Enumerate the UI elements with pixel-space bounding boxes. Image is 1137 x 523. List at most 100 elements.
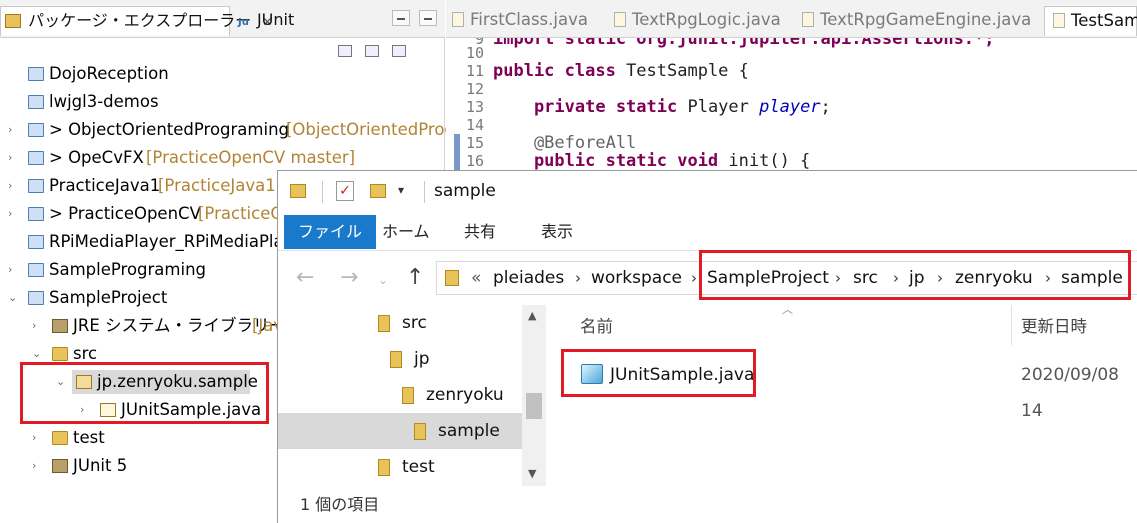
nav-item-test[interactable]: test xyxy=(278,449,522,485)
package-icon xyxy=(76,375,92,389)
breadcrumb-overflow[interactable]: « xyxy=(471,262,481,294)
toolbar-separator xyxy=(322,181,323,203)
file-row-junitsample[interactable]: JUnitSample.java 2020/09/08 14 xyxy=(546,357,1137,421)
breadcrumb-chevron-icon[interactable]: › xyxy=(893,262,899,294)
breadcrumb-sample[interactable]: sample xyxy=(1061,262,1123,294)
expand-arrow-icon[interactable]: › xyxy=(8,116,20,144)
editor-tab-textrpggameengine[interactable]: TextRpgGameEngine.java xyxy=(802,6,1031,36)
column-date-modified[interactable]: 更新日時 xyxy=(1021,313,1087,337)
editor-tab-testsample[interactable]: TestSamp xyxy=(1044,6,1137,36)
editor-tab-textrpglogic[interactable]: TextRpgLogic.java xyxy=(614,6,781,36)
code-line: 12 xyxy=(446,80,1137,98)
project-icon xyxy=(28,123,44,137)
code-line: 10 xyxy=(446,44,1137,62)
nav-item-label: sample xyxy=(438,421,500,441)
editor-tab-label: TestSamp xyxy=(1071,11,1137,30)
nav-item-src[interactable]: src xyxy=(278,305,522,341)
nav-item-jp[interactable]: jp xyxy=(278,341,522,377)
forward-arrow-icon[interactable]: → xyxy=(340,265,358,290)
source-folder-icon xyxy=(52,347,68,361)
tree-item-dojoreception[interactable]: DojoReception xyxy=(0,60,445,88)
project-icon xyxy=(28,291,44,305)
ribbon-tab-share[interactable]: 共有 xyxy=(450,215,510,249)
code-text: public static void init() { xyxy=(493,152,810,170)
package-explorer-toolbar xyxy=(338,42,414,61)
expand-arrow-icon[interactable]: › xyxy=(32,312,44,340)
breadcrumb-chevron-icon[interactable]: › xyxy=(1045,262,1051,294)
ribbon-tab-view[interactable]: 表示 xyxy=(527,215,587,249)
tab-junit[interactable]: Ju JUnit xyxy=(234,6,314,36)
item-count: 1 個の項目 xyxy=(300,495,380,514)
file-list: ︿ 名前 更新日時 JUnitSample.java 2020/09/08 14 xyxy=(546,303,1137,486)
expand-arrow-icon[interactable]: › xyxy=(8,200,20,228)
folder-icon xyxy=(378,459,390,476)
recent-dropdown-icon[interactable]: ⌄ xyxy=(378,273,388,287)
collapse-all-icon[interactable] xyxy=(338,45,352,57)
address-bar[interactable]: « pleiades › workspace › SampleProject ›… xyxy=(436,261,1137,295)
tree-item-decoration: [ObjectOrientedProg xyxy=(286,120,455,139)
toolbar-separator xyxy=(424,181,425,203)
new-folder-icon[interactable] xyxy=(370,184,386,198)
nav-item-label: test xyxy=(402,457,435,477)
tree-item-label: PracticeJava1 xyxy=(49,176,161,195)
collapse-arrow-icon[interactable]: ⌄ xyxy=(8,284,20,312)
back-arrow-icon[interactable]: ← xyxy=(296,265,314,290)
tree-item-opecvfx[interactable]: › > OpeCvFX [PracticeOpenCV master] xyxy=(0,144,445,172)
collapse-arrow-icon[interactable]: ⌄ xyxy=(56,368,68,396)
expand-arrow-icon[interactable]: › xyxy=(80,396,92,424)
breadcrumb-src[interactable]: src xyxy=(853,262,878,294)
tab-package-explorer-label: パッケージ・エクスプローラー xyxy=(28,11,252,30)
ribbon-tab-home[interactable]: ホーム xyxy=(368,215,444,249)
scroll-down-icon[interactable]: ▼ xyxy=(528,467,536,480)
scrollbar-thumb[interactable] xyxy=(526,393,542,419)
view-menu-icon[interactable] xyxy=(392,45,407,57)
up-arrow-icon[interactable]: ↑ xyxy=(406,265,424,290)
tree-item-objectorientedprograming[interactable]: › > ObjectOrientedPrograming [ObjectOrie… xyxy=(0,116,455,144)
code-text: private static Player player; xyxy=(493,98,831,116)
breadcrumb-chevron-icon[interactable]: › xyxy=(835,262,841,294)
nav-item-sample[interactable]: sample xyxy=(278,413,522,449)
view-window-controls xyxy=(392,10,441,30)
nav-item-label: zenryoku xyxy=(426,385,504,405)
breadcrumb-sampleproject[interactable]: SampleProject xyxy=(707,262,829,294)
ribbon-tab-file[interactable]: ファイル xyxy=(284,215,377,249)
java-file-icon xyxy=(802,12,814,27)
nav-pane-scrollbar[interactable]: ▲ ▼ xyxy=(522,305,546,486)
link-with-editor-icon[interactable] xyxy=(365,45,380,57)
tab-package-explorer[interactable]: パッケージ・エクスプローラー ✕ xyxy=(0,6,272,36)
breadcrumb-pleiades[interactable]: pleiades xyxy=(493,262,564,294)
customize-dropdown-icon[interactable]: ▾ xyxy=(398,183,404,197)
minimize-button[interactable] xyxy=(392,10,410,26)
tree-item-decoration: [PracticeOpenCV master] xyxy=(146,148,356,167)
editor-tab-firstclass[interactable]: FirstClass.java xyxy=(452,6,588,36)
expand-arrow-icon[interactable]: › xyxy=(32,424,44,452)
expand-arrow-icon[interactable]: › xyxy=(32,452,44,480)
line-number: 14 xyxy=(465,116,484,134)
column-divider[interactable] xyxy=(1011,305,1012,345)
scroll-up-icon[interactable]: ▲ xyxy=(528,309,536,322)
nav-item-zenryoku[interactable]: zenryoku xyxy=(278,377,522,413)
maximize-button[interactable] xyxy=(419,10,438,26)
code-editor: FirstClass.java TextRpgLogic.java TextRp… xyxy=(446,0,1137,170)
expand-arrow-icon[interactable]: › xyxy=(8,256,20,284)
collapse-arrow-icon[interactable]: ⌄ xyxy=(32,340,44,368)
java-file-icon xyxy=(100,403,116,417)
line-number: 13 xyxy=(465,98,484,116)
breadcrumb-chevron-icon[interactable]: › xyxy=(937,262,943,294)
breadcrumb-chevron-icon[interactable]: › xyxy=(691,262,697,294)
breadcrumb-workspace[interactable]: workspace xyxy=(591,262,682,294)
breadcrumb-jp[interactable]: jp xyxy=(909,262,925,294)
column-name[interactable]: 名前 xyxy=(580,313,613,337)
breadcrumb-zenryoku[interactable]: zenryoku xyxy=(955,262,1033,294)
breadcrumb-chevron-icon[interactable]: › xyxy=(575,262,581,294)
expand-arrow-icon[interactable]: › xyxy=(8,172,20,200)
folder-icon xyxy=(390,351,402,368)
tree-item-decoration: [PracticeJava1 r xyxy=(158,176,288,195)
expand-arrow-icon[interactable]: › xyxy=(8,144,20,172)
properties-check-icon[interactable]: ✓ xyxy=(336,181,354,201)
java-file-icon xyxy=(452,12,464,27)
code-area[interactable]: 9 import static org.junit.jupiter.api.As… xyxy=(446,38,1137,170)
library-icon xyxy=(52,459,68,473)
navigation-pane: src jp zenryoku sample test ▲ ▼ xyxy=(278,305,546,486)
tree-item-lwjgl3-demos[interactable]: lwjgl3-demos xyxy=(0,88,445,116)
